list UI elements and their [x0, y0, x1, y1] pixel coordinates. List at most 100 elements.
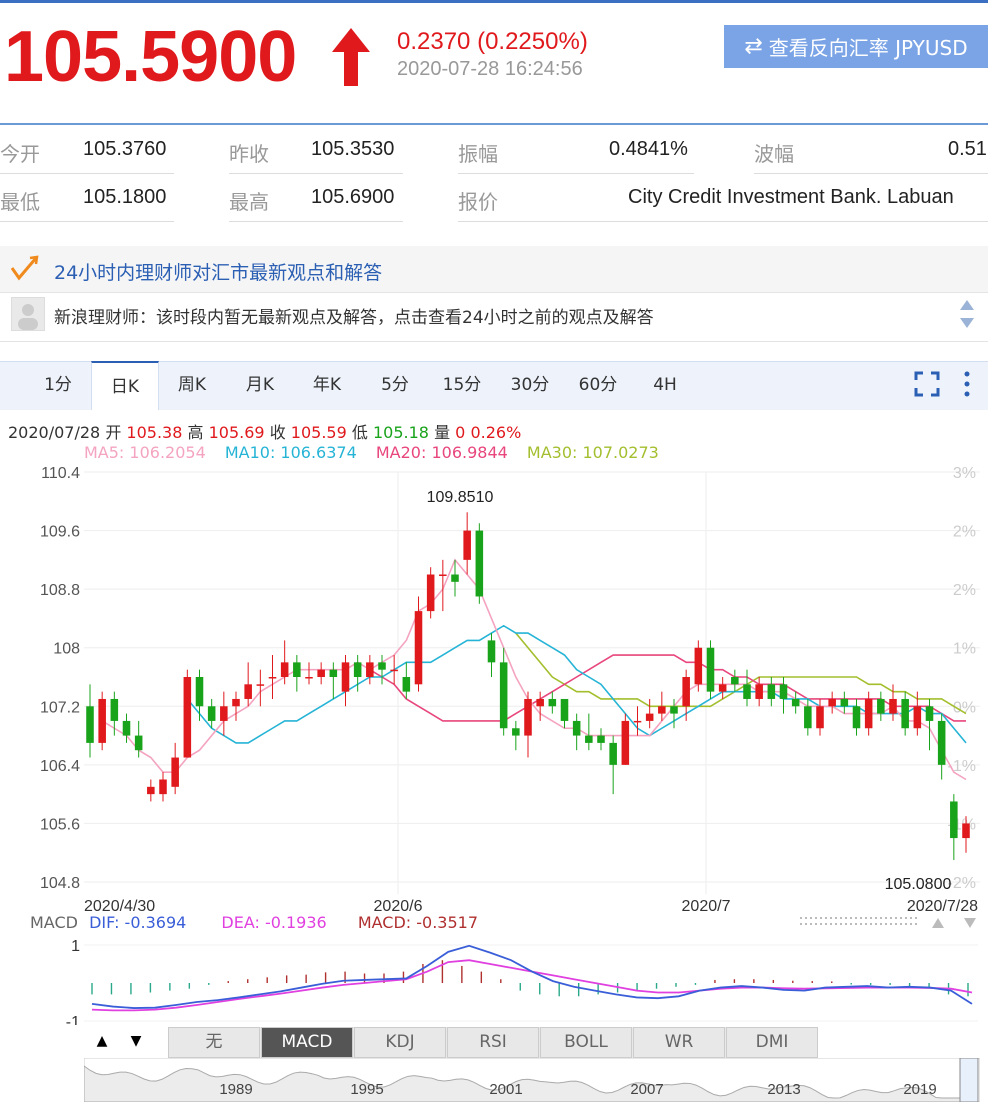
tab-5min[interactable]: 5分 [366, 361, 424, 409]
candle-body [329, 669, 338, 677]
indicator-tab-kdj[interactable]: KDJ [354, 1027, 446, 1058]
stat-value-amplitude: 0.4841% [609, 138, 688, 160]
y-tick-label: 105.6 [40, 816, 80, 833]
stat-underline [458, 221, 988, 222]
stat-label-quoter: 报价 [458, 190, 498, 214]
y-tick-label: 107.2 [40, 699, 80, 716]
overview-year-label: 1989 [219, 1081, 252, 1098]
candle-body [134, 735, 143, 751]
candle-body [682, 677, 690, 707]
ohlc-high-label: 高 [187, 423, 204, 442]
tab-30min[interactable]: 30分 [500, 361, 560, 409]
candle-body [962, 823, 970, 839]
ohlc-open-label: 开 [105, 423, 122, 442]
candle-body [658, 706, 666, 714]
candle-body [390, 669, 398, 672]
candle-body [840, 698, 849, 707]
ohlc-vol: 0 [455, 423, 466, 442]
stat-underline [458, 173, 694, 174]
advisor-panel-title[interactable]: 24小时内理财师对汇市最新观点和解答 [54, 258, 382, 285]
advisor-message[interactable]: 新浪理财师：该时段内暂无最新观点及解答，点击查看24小时之前的观点及解答 [54, 303, 654, 328]
indicator-tab-macd[interactable]: MACD [261, 1027, 353, 1058]
ohlc-low: 105.18 [372, 423, 429, 442]
ma-legend: MA5: 106.2054 MA10: 106.6374 MA20: 106.9… [84, 443, 659, 462]
x-axis-label: 2020/7/28 [907, 898, 978, 915]
candlestick-chart[interactable]: 110.4 3%109.6 2%108.8 2%108 1%107.2 0%106.4 -1… [0, 462, 988, 922]
candle-body [487, 640, 496, 663]
overview-year-label: 2019 [903, 1081, 936, 1098]
scroll-down-button[interactable]: ▼ [120, 1027, 152, 1056]
current-rate: 105.5900 [4, 17, 297, 97]
tab-1min[interactable]: 1分 [30, 361, 86, 409]
candle-body [195, 677, 204, 707]
candle-body [147, 786, 155, 795]
reverse-rate-button[interactable]: ⇄ 查看反向汇率 JPYUSD [724, 25, 988, 68]
tab-weekly[interactable]: 周K [163, 361, 221, 409]
candle-body [524, 698, 532, 736]
range-overview-navigator[interactable]: 1989 1995 2001 2007 2013 2019 [84, 1058, 980, 1102]
tab-daily[interactable]: 日K [91, 361, 159, 410]
ma20-line [369, 654, 966, 722]
overview-year-label: 2007 [630, 1081, 663, 1098]
ma10-legend: MA10: 106.6374 [224, 443, 357, 462]
candle-body [475, 530, 484, 597]
candle-body [499, 662, 508, 729]
fullscreen-icon[interactable] [914, 371, 940, 397]
candle-body [621, 720, 630, 765]
macd-settings-dots[interactable] [800, 914, 920, 928]
pct-tick-label: 2% [953, 524, 976, 541]
indicator-tab-dmi[interactable]: DMI [726, 1027, 818, 1058]
pct-tick-label: 2% [953, 582, 976, 599]
indicator-tab-boll[interactable]: BOLL [540, 1027, 632, 1058]
y-tick-label: 110.4 [41, 465, 80, 482]
tab-yearly[interactable]: 年K [298, 361, 356, 409]
stat-label-amplitude: 振幅 [458, 142, 498, 166]
ohlc-low-label: 低 [351, 423, 368, 442]
stat-underline [754, 173, 988, 174]
quote-timestamp: 2020-07-28 16:24:56 [397, 58, 583, 80]
macd-legend: MACD DIF: -0.3694 DEA: -0.1936 MACD: -0.… [30, 913, 478, 932]
tab-monthly[interactable]: 月K [231, 361, 289, 409]
candle-body [925, 706, 934, 721]
ma5-legend: MA5: 106.2054 [84, 443, 206, 462]
candle-body [694, 647, 703, 685]
candle-body [609, 742, 617, 765]
scroll-arrows-icon[interactable] [958, 298, 976, 330]
indicator-tab-rsi[interactable]: RSI [447, 1027, 539, 1058]
candle-body [670, 706, 678, 714]
indicator-tab-none[interactable]: 无 [168, 1027, 260, 1058]
candle-body [207, 706, 216, 721]
candle-body [463, 530, 471, 560]
candle-body [779, 684, 788, 699]
candle-body [828, 698, 836, 707]
tab-15min[interactable]: 15分 [432, 361, 492, 409]
candle-body [548, 698, 557, 707]
tab-60min[interactable]: 60分 [568, 361, 628, 409]
x-axis-label: 2020/7 [682, 898, 731, 915]
stat-value-volatility: 0.51 [948, 138, 987, 160]
candle-body [791, 698, 800, 707]
candle-body [414, 611, 423, 685]
advisor-avatar [11, 297, 45, 331]
ohlc-close: 105.59 [290, 423, 347, 442]
candle-body [220, 706, 228, 721]
more-options-icon[interactable] [962, 370, 972, 398]
candle-body [366, 662, 374, 677]
stat-value-high: 105.6900 [311, 186, 395, 208]
y-tick-label: 104.8 [40, 875, 80, 892]
ohlc-vol-label: 量 [434, 423, 451, 442]
macd-collapse-arrows-icon[interactable] [930, 916, 978, 930]
ohlc-pct: 0.26% [470, 423, 522, 442]
candle-body [159, 779, 167, 795]
macd-name: MACD [30, 913, 78, 932]
candle-body [378, 662, 386, 670]
candle-body [293, 662, 301, 677]
y-tick-label: 108.8 [40, 582, 80, 599]
candle-body [718, 684, 727, 692]
tab-4h[interactable]: 4H [636, 361, 694, 409]
overview-range-handle[interactable] [959, 1058, 979, 1102]
stat-label-prev-close: 昨收 [229, 142, 269, 166]
y-tick-label: 109.6 [40, 524, 80, 541]
indicator-tab-wr[interactable]: WR [633, 1027, 725, 1058]
scroll-up-button[interactable]: ▲ [86, 1027, 118, 1056]
